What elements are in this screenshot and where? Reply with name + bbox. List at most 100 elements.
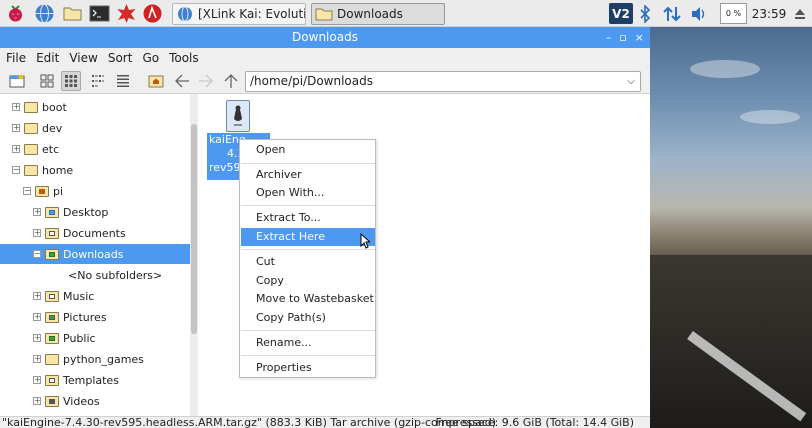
minimize-button[interactable]: – [606, 27, 612, 48]
expander-icon[interactable]: + [33, 292, 41, 300]
taskbar: [XLink Kai: Evolution ... Downloads V2 0… [0, 0, 812, 27]
clock[interactable]: 23:59 [751, 3, 787, 24]
file-manager-icon[interactable] [62, 3, 83, 24]
directory-tree: + boot + dev + etc − home − pi + Desktop + Docu… [0, 94, 198, 416]
tree-item-boot[interactable]: + boot [0, 97, 190, 117]
window-titlebar[interactable]: Downloads – ▫ × [0, 27, 650, 48]
tree-item-label: python_games [63, 352, 144, 366]
volume-icon[interactable] [688, 3, 710, 24]
new-window-button[interactable] [7, 71, 27, 91]
tree-item-dev[interactable]: + dev [0, 118, 190, 138]
expander-icon[interactable]: + [33, 334, 41, 342]
expander-icon[interactable]: − [23, 187, 31, 195]
path-bar[interactable]: /home/pi/Downloads ⌵ [245, 71, 641, 92]
expander-icon[interactable]: + [33, 376, 41, 384]
expander-icon[interactable]: + [33, 397, 41, 405]
clock-text: 23:59 [751, 6, 787, 21]
menu-tools[interactable]: Tools [169, 51, 199, 65]
menu-go[interactable]: Go [142, 51, 159, 65]
menu-item-copy-paths[interactable]: Copy Path(s) [241, 309, 375, 327]
scrollbar-thumb[interactable] [191, 124, 197, 334]
mathematica-icon[interactable] [116, 3, 137, 24]
context-menu: Open Archiver Open With... Extract To...… [239, 139, 376, 378]
task-xlink-kai[interactable]: [XLink Kai: Evolution ... [172, 3, 306, 25]
forward-button[interactable] [196, 71, 216, 91]
folder-icon [24, 164, 38, 176]
expander-icon[interactable]: + [12, 103, 20, 111]
network-icon[interactable] [661, 3, 683, 24]
menu-item-move-to-wastebasket[interactable]: Move to Wastebasket [241, 290, 375, 308]
wolfram-icon[interactable] [142, 3, 163, 24]
raspberry-menu-icon[interactable] [5, 3, 26, 24]
terminal-icon[interactable] [89, 3, 110, 24]
bluetooth-icon[interactable] [636, 3, 654, 24]
web-browser-icon[interactable] [34, 3, 55, 24]
music-folder-icon [45, 290, 59, 302]
menu-item-archiver[interactable]: Archiver [241, 166, 375, 184]
tree-item-music[interactable]: + Music [0, 286, 190, 306]
menu-item-open[interactable]: Open [241, 141, 375, 159]
tree-item-label: Pictures [63, 310, 107, 324]
up-button[interactable] [221, 71, 241, 91]
list-view-button[interactable] [113, 71, 133, 91]
menu-item-rename[interactable]: Rename... [241, 334, 375, 352]
compact-view-button[interactable] [88, 71, 108, 91]
task-downloads[interactable]: Downloads [311, 3, 445, 25]
menu-edit[interactable]: Edit [36, 51, 59, 65]
menu-sort[interactable]: Sort [108, 51, 133, 65]
eject-icon[interactable] [792, 3, 808, 24]
close-button[interactable]: × [635, 27, 644, 48]
menu-item-extract-to[interactable]: Extract To... [241, 209, 375, 227]
tree-item-pi[interactable]: − pi [0, 181, 190, 201]
folder-icon [24, 122, 38, 134]
tree-item-label: Videos [63, 394, 100, 408]
icon-view-button[interactable] [37, 71, 57, 91]
tree-item-videos[interactable]: + Videos [0, 391, 190, 411]
home-button[interactable] [146, 71, 166, 91]
menu-item-open-with[interactable]: Open With... [241, 184, 375, 202]
expander-icon[interactable]: + [33, 355, 41, 363]
tree-item-etc[interactable]: + etc [0, 139, 190, 159]
expander-icon[interactable]: + [33, 229, 41, 237]
menu-item-properties[interactable]: Properties [241, 359, 375, 377]
menu-item-copy[interactable]: Copy [241, 272, 375, 290]
maximize-button[interactable]: ▫ [619, 27, 626, 48]
home-folder-icon [35, 185, 49, 197]
expander-icon[interactable]: + [12, 124, 20, 132]
menubar: File Edit View Sort Go Tools [0, 48, 650, 68]
tree-item-desktop[interactable]: + Desktop [0, 202, 190, 222]
new-window-icon [9, 74, 25, 88]
archive-file-icon[interactable] [226, 100, 250, 132]
folder-task-icon [315, 8, 333, 21]
tree-item-documents[interactable]: + Documents [0, 223, 190, 243]
tree-item-public[interactable]: + Public [0, 328, 190, 348]
tree-item-label: Music [63, 289, 95, 303]
tree-item-label: home [42, 163, 74, 177]
sidebar-scrollbar[interactable] [190, 94, 198, 416]
cpu-monitor[interactable]: 0 % [720, 3, 747, 24]
expander-icon[interactable]: + [12, 145, 20, 153]
folder-icon [45, 353, 59, 365]
tree-item-python-games[interactable]: + python_games [0, 349, 190, 369]
status-bar: "kaiEngine-7.4.30-rev595.headless.ARM.ta… [0, 416, 650, 428]
menu-view[interactable]: View [69, 51, 97, 65]
task-label: Downloads [337, 7, 403, 21]
tree-item-downloads[interactable]: − Downloads [0, 244, 190, 264]
tree-item-pictures[interactable]: + Pictures [0, 307, 190, 327]
menu-file[interactable]: File [6, 51, 26, 65]
back-button[interactable] [172, 71, 192, 91]
menu-item-extract-here[interactable]: Extract Here [241, 228, 375, 246]
wallpaper-cloud [690, 60, 760, 78]
expander-icon[interactable]: + [33, 208, 41, 216]
tree-item-templates[interactable]: + Templates [0, 370, 190, 390]
menu-item-cut[interactable]: Cut [241, 253, 375, 271]
thumbnail-view-button[interactable] [61, 71, 81, 91]
vnc-tray-icon[interactable]: V2 [609, 3, 633, 24]
chevron-down-icon[interactable]: ⌵ [624, 72, 638, 91]
templates-folder-icon [45, 374, 59, 386]
expander-icon[interactable]: + [33, 313, 41, 321]
tree-item-home[interactable]: − home [0, 160, 190, 180]
expander-icon[interactable]: − [33, 250, 41, 258]
expander-icon[interactable]: − [12, 166, 20, 174]
mouse-pointer-icon [360, 233, 370, 249]
